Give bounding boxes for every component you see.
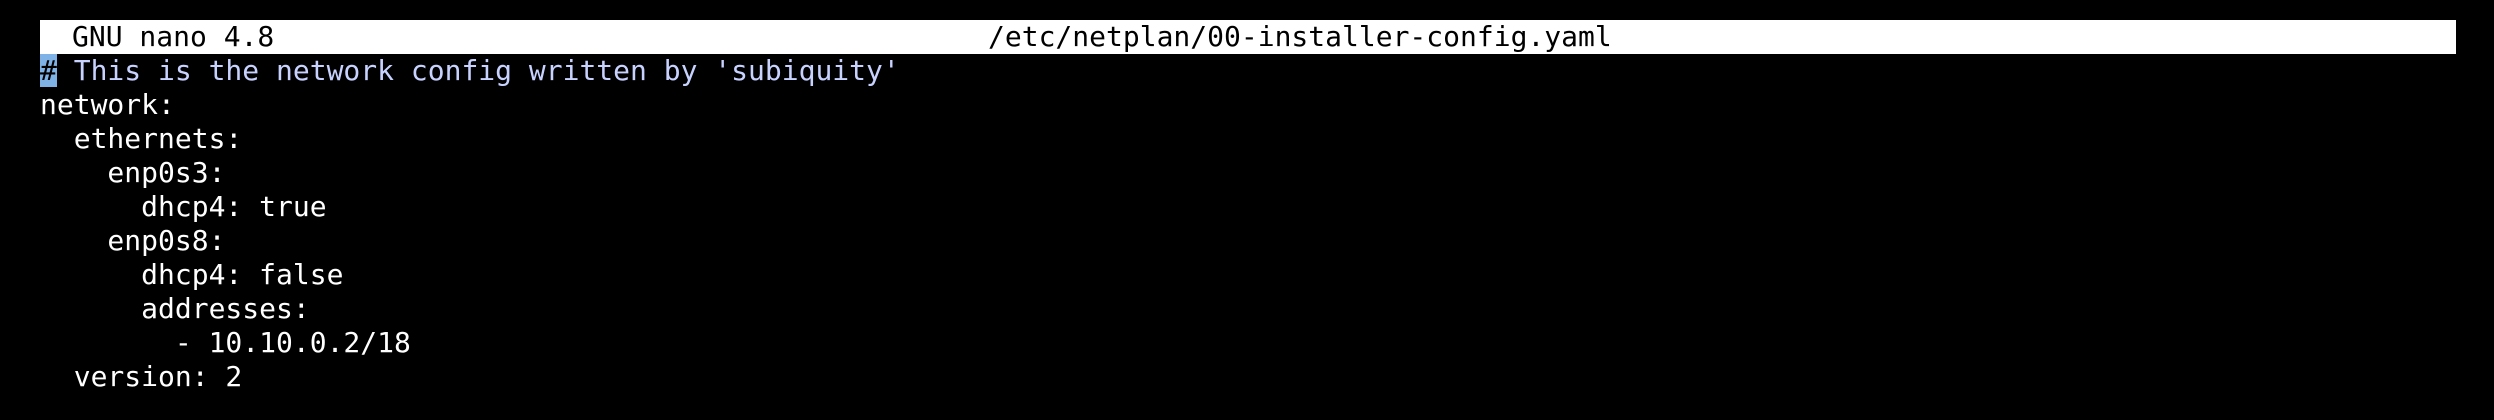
editor-line-enp0s8-dhcp4[interactable]: dhcp4: false [40, 258, 2456, 292]
editor-line-ethernets[interactable]: ethernets: [40, 122, 2456, 156]
nano-title-bar: GNU nano 4.8 /etc/netplan/00-installer-c… [40, 20, 2456, 54]
editor-line-address-value[interactable]: - 10.10.0.2/18 [40, 326, 2456, 360]
comment-text: This is the network config written by 's… [56, 54, 900, 87]
editor-line-network[interactable]: network: [40, 88, 2456, 122]
editor-line-addresses[interactable]: addresses: [40, 292, 2456, 326]
file-path-label: /etc/netplan/00-installer-config.yaml [988, 20, 1612, 53]
editor-line-enp0s3-dhcp4[interactable]: dhcp4: true [40, 190, 2456, 224]
editor-line-version[interactable]: version: 2 [40, 360, 2456, 394]
nano-terminal: GNU nano 4.8 /etc/netplan/00-installer-c… [40, 20, 2456, 394]
comment-line[interactable]: # This is the network config written by … [40, 54, 2456, 88]
editor-line-enp0s8[interactable]: enp0s8: [40, 224, 2456, 258]
editor-line-enp0s3[interactable]: enp0s3: [40, 156, 2456, 190]
text-editor-area[interactable]: # This is the network config written by … [40, 54, 2456, 394]
editor-version-label: GNU nano 4.8 [72, 20, 275, 53]
